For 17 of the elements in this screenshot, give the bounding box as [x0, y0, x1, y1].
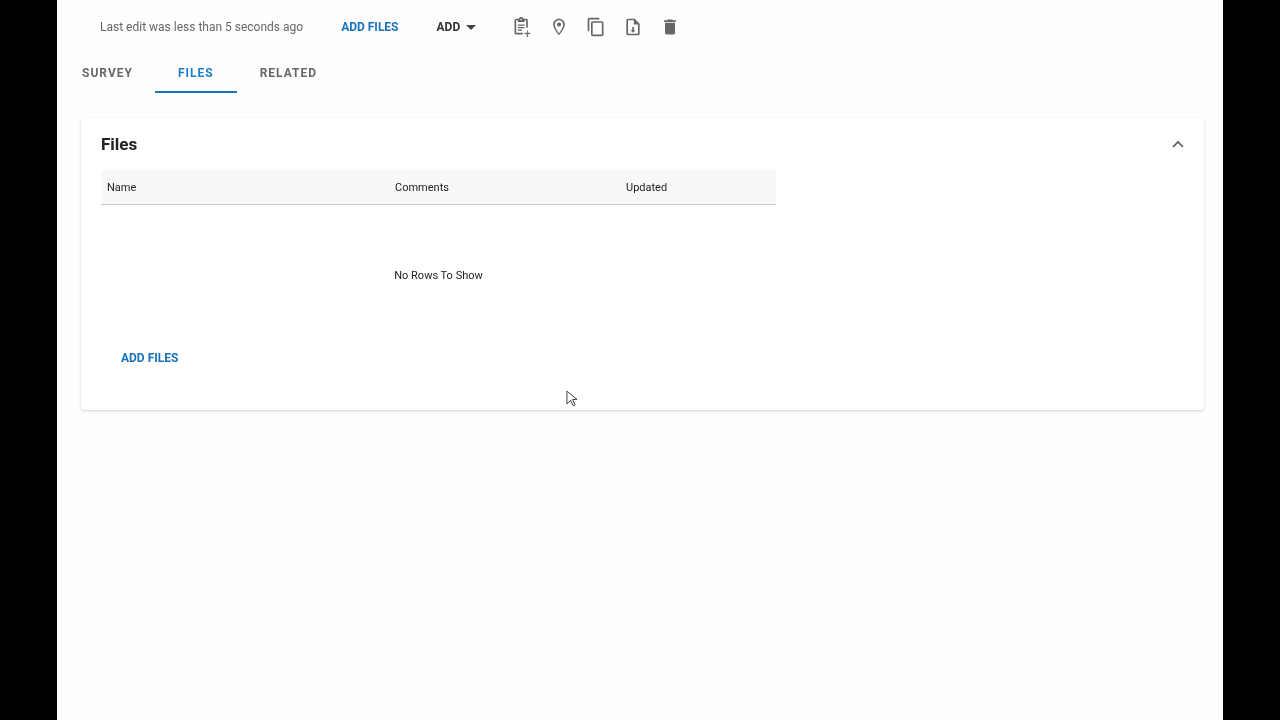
tab[interactable]: SURVEY	[81, 54, 155, 93]
clipboard-add-icon[interactable]	[512, 17, 533, 37]
caret-icon	[466, 24, 477, 30]
column-header[interactable]: Comments	[389, 180, 620, 194]
collapse-chevron-icon[interactable]	[1172, 140, 1184, 148]
column-header[interactable]: Updated	[620, 180, 668, 194]
last-edit-status: Last edit was less than 5 seconds ago	[100, 20, 304, 34]
add-menu-button[interactable]: ADD	[436, 14, 477, 40]
tab[interactable]: RELATED	[236, 54, 340, 93]
column-header[interactable]: Name	[101, 180, 389, 194]
add-files-button[interactable]: ADD FILES	[121, 345, 179, 371]
add-files-button[interactable]: ADD FILES	[341, 14, 399, 40]
tab[interactable]: FILES	[154, 54, 237, 93]
mouse-pointer-icon	[566, 390, 577, 407]
panel-title: Files	[101, 134, 138, 154]
copy-icon[interactable]	[586, 17, 607, 37]
empty-message: No Rows To Show	[394, 268, 483, 282]
